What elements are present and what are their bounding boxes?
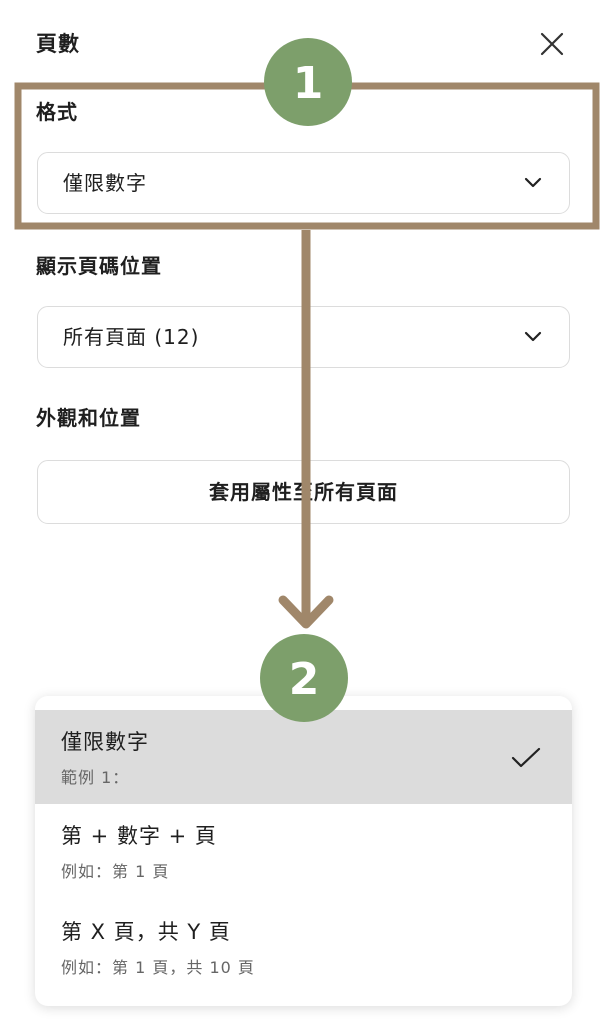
panel-title: 頁數: [36, 32, 80, 56]
option-example: 例如：第 1 頁: [61, 862, 170, 881]
option-example: 範例 1：: [61, 768, 130, 787]
option-example: 例如：第 1 頁，共 10 頁: [61, 958, 255, 977]
display-select-value: 所有頁面 (12): [63, 325, 200, 349]
display-label: 顯示頁碼位置: [36, 254, 162, 278]
close-icon: [540, 32, 564, 56]
dropdown-option-page-x-of-y[interactable]: 第 X 頁，共 Y 頁 例如：第 1 頁，共 10 頁: [35, 900, 572, 994]
chevron-down-icon: [524, 331, 542, 342]
dropdown-option-page-number[interactable]: 第 + 數字 + 頁 例如：第 1 頁: [35, 804, 572, 898]
appearance-label: 外觀和位置: [36, 406, 141, 430]
step-badge-1: 1: [264, 38, 352, 126]
arrow-head-icon: [278, 595, 334, 629]
display-select[interactable]: 所有頁面 (12): [37, 306, 570, 368]
format-select[interactable]: 僅限數字: [37, 152, 570, 214]
apply-to-all-pages-button[interactable]: 套用屬性至所有頁面: [37, 460, 570, 524]
chevron-down-icon: [524, 177, 542, 188]
format-label: 格式: [36, 100, 78, 124]
option-label: 第 + 數字 + 頁: [61, 824, 217, 848]
dropdown-option-numbers-only[interactable]: 僅限數字 範例 1：: [35, 710, 572, 804]
checkmark-icon: [511, 747, 541, 768]
step-badge-1-number: 1: [293, 58, 324, 109]
format-dropdown-menu: 僅限數字 範例 1： 第 + 數字 + 頁 例如：第 1 頁 第 X 頁，共 Y…: [35, 696, 572, 1006]
option-label: 第 X 頁，共 Y 頁: [61, 920, 231, 944]
close-button[interactable]: [536, 28, 568, 60]
page-number-panel: 頁數 格式 僅限數字 顯示頁碼位置 所有頁面 (12) 外觀和位置 套用屬性至所…: [0, 0, 615, 1024]
format-select-value: 僅限數字: [63, 171, 147, 195]
option-label: 僅限數字: [61, 730, 149, 754]
